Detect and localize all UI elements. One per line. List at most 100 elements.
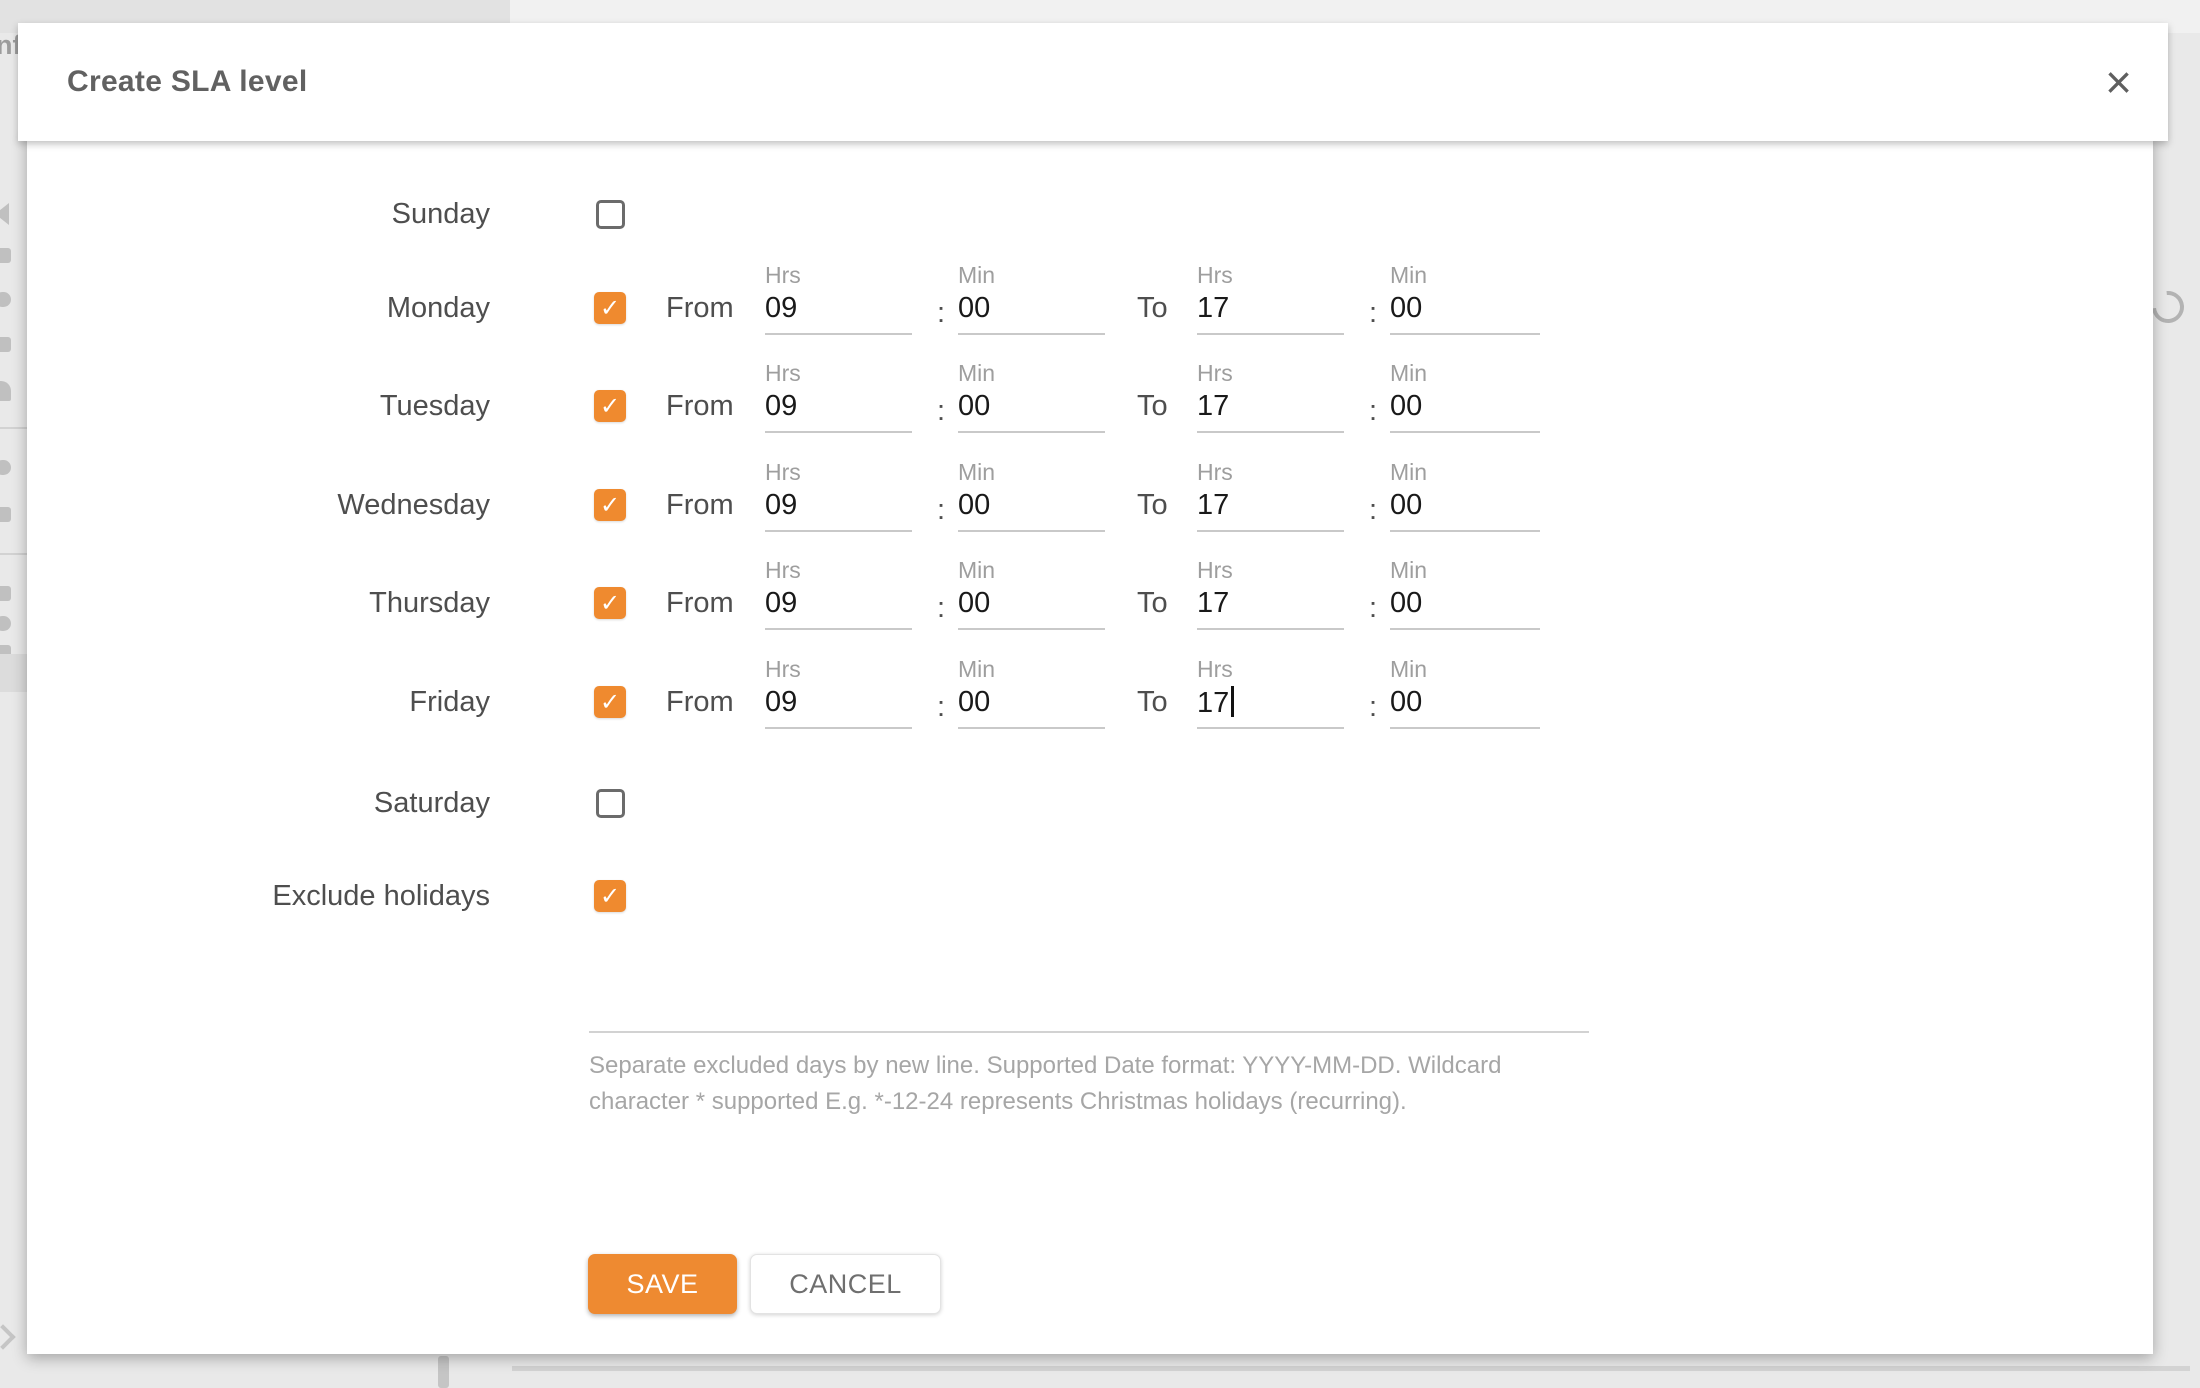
- background-sidebar-icon: [0, 292, 11, 307]
- close-icon[interactable]: ×: [2105, 59, 2132, 105]
- background-selected-item: [0, 654, 27, 692]
- from-minutes-field: Min 00: [958, 656, 1105, 729]
- min-label: Min: [1390, 262, 1540, 289]
- to-hours-input[interactable]: 17: [1197, 486, 1344, 532]
- from-minutes-input[interactable]: 00: [958, 683, 1105, 729]
- schedule-row-thursday: Thursday ✓ From Hrs 09 : Min 00 To Hrs 1…: [27, 552, 2153, 654]
- dialog-title: Create SLA level: [67, 65, 307, 99]
- wednesday-checkbox[interactable]: ✓: [594, 489, 626, 521]
- from-hours-input[interactable]: 09: [765, 683, 912, 729]
- from-minutes-field: Min 00: [958, 360, 1105, 433]
- min-label: Min: [1390, 459, 1540, 486]
- exclude-holidays-checkbox[interactable]: ✓: [594, 880, 626, 912]
- to-label: To: [1137, 257, 1168, 359]
- from-hours-input[interactable]: 09: [765, 584, 912, 630]
- min-label: Min: [958, 262, 1105, 289]
- schedule-row-monday: Monday ✓ From Hrs 09 : Min 00 To Hrs 17 …: [27, 257, 2153, 359]
- min-label: Min: [1390, 656, 1540, 683]
- create-sla-dialog-body: Sunday Monday ✓ From Hrs 09 : Min 00 To …: [27, 133, 2153, 1354]
- from-hours-input[interactable]: 09: [765, 387, 912, 433]
- cancel-button[interactable]: CANCEL: [750, 1254, 941, 1314]
- from-label: From: [666, 552, 734, 654]
- to-hours-input[interactable]: 17: [1197, 584, 1344, 630]
- from-hours-field: Hrs 09: [765, 656, 912, 729]
- to-hours-field: Hrs 17: [1197, 360, 1344, 433]
- to-minutes-field: Min 00: [1390, 656, 1540, 729]
- background-sidebar-icon: [0, 337, 11, 352]
- to-hours-value: 17: [1197, 687, 1229, 719]
- time-colon: :: [930, 297, 952, 330]
- checkmark-icon: ✓: [600, 296, 620, 320]
- min-label: Min: [1390, 360, 1540, 387]
- time-colon: :: [1362, 297, 1384, 330]
- time-colon: :: [1362, 395, 1384, 428]
- to-minutes-input[interactable]: 00: [1390, 683, 1540, 729]
- to-label: To: [1137, 552, 1168, 654]
- to-minutes-input[interactable]: 00: [1390, 387, 1540, 433]
- min-label: Min: [958, 360, 1105, 387]
- background-sidebar-icon: [0, 381, 11, 401]
- min-label: Min: [958, 656, 1105, 683]
- checkmark-icon: ✓: [600, 690, 620, 714]
- day-label-monday: Monday: [27, 257, 490, 359]
- to-hours-field: Hrs 17: [1197, 459, 1344, 532]
- hrs-label: Hrs: [765, 262, 912, 289]
- exclude-holidays-row: Exclude holidays ✓: [27, 845, 2153, 947]
- time-colon: :: [1362, 592, 1384, 625]
- time-colon: :: [930, 592, 952, 625]
- to-hours-input-focused[interactable]: 17: [1197, 683, 1344, 729]
- checkmark-icon: ✓: [600, 884, 620, 908]
- background-sidebar-icon: [0, 616, 11, 631]
- to-minutes-input[interactable]: 00: [1390, 584, 1540, 630]
- to-hours-input[interactable]: 17: [1197, 387, 1344, 433]
- min-label: Min: [958, 459, 1105, 486]
- from-hours-input[interactable]: 09: [765, 486, 912, 532]
- schedule-row-sunday: Sunday: [27, 163, 2153, 265]
- hrs-label: Hrs: [765, 459, 912, 486]
- background-divider: [0, 427, 27, 429]
- from-minutes-input[interactable]: 00: [958, 289, 1105, 335]
- from-hours-input[interactable]: 09: [765, 289, 912, 335]
- to-hours-field: Hrs 17: [1197, 557, 1344, 630]
- background-sidebar-icon: [0, 586, 11, 601]
- hrs-label: Hrs: [1197, 557, 1344, 584]
- monday-checkbox[interactable]: ✓: [594, 292, 626, 324]
- from-label: From: [666, 355, 734, 457]
- schedule-row-tuesday: Tuesday ✓ From Hrs 09 : Min 00 To Hrs 17…: [27, 355, 2153, 457]
- to-hours-field: Hrs 17: [1197, 262, 1344, 335]
- time-colon: :: [930, 494, 952, 527]
- excluded-days-textarea[interactable]: [589, 953, 1589, 1033]
- day-label-sunday: Sunday: [27, 163, 490, 265]
- min-label: Min: [1390, 557, 1540, 584]
- background-sidebar-icon: [0, 460, 11, 475]
- save-button[interactable]: SAVE: [588, 1254, 737, 1314]
- day-label-wednesday: Wednesday: [27, 454, 490, 556]
- from-minutes-input[interactable]: 00: [958, 486, 1105, 532]
- friday-checkbox[interactable]: ✓: [594, 686, 626, 718]
- from-minutes-field: Min 00: [958, 262, 1105, 335]
- from-minutes-input[interactable]: 00: [958, 387, 1105, 433]
- schedule-row-friday: Friday ✓ From Hrs 09 : Min 00 To Hrs 17 …: [27, 651, 2153, 753]
- from-minutes-input[interactable]: 00: [958, 584, 1105, 630]
- from-minutes-field: Min 00: [958, 557, 1105, 630]
- from-label: From: [666, 651, 734, 753]
- day-label-saturday: Saturday: [27, 752, 490, 854]
- from-label: From: [666, 257, 734, 359]
- background-chevron-icon: [0, 1324, 16, 1349]
- to-minutes-input[interactable]: 00: [1390, 486, 1540, 532]
- to-minutes-field: Min 00: [1390, 557, 1540, 630]
- hrs-label: Hrs: [1197, 459, 1344, 486]
- to-minutes-field: Min 00: [1390, 459, 1540, 532]
- checkmark-icon: ✓: [600, 591, 620, 615]
- saturday-checkbox[interactable]: [596, 789, 625, 818]
- day-label-friday: Friday: [27, 651, 490, 753]
- to-minutes-input[interactable]: 00: [1390, 289, 1540, 335]
- hrs-label: Hrs: [1197, 656, 1344, 683]
- thursday-checkbox[interactable]: ✓: [594, 587, 626, 619]
- time-colon: :: [1362, 494, 1384, 527]
- to-hours-input[interactable]: 17: [1197, 289, 1344, 335]
- sunday-checkbox[interactable]: [596, 200, 625, 229]
- background-divider: [0, 553, 27, 555]
- from-hours-field: Hrs 09: [765, 459, 912, 532]
- tuesday-checkbox[interactable]: ✓: [594, 390, 626, 422]
